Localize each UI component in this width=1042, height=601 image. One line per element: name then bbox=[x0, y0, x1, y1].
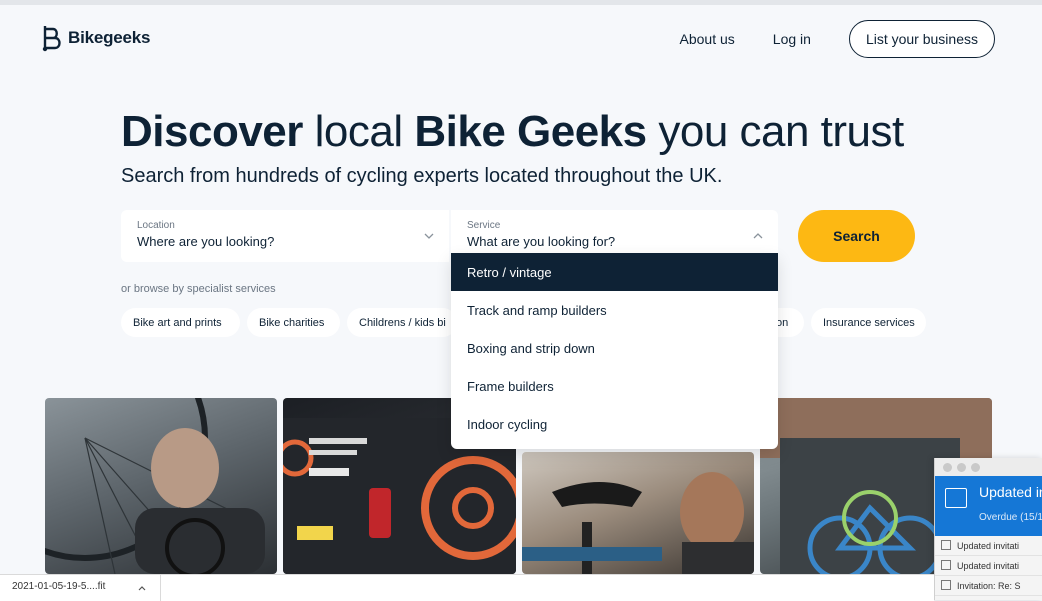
chip-bike-art[interactable]: Bike art and prints bbox=[121, 308, 240, 337]
window-zoom-dot[interactable] bbox=[971, 462, 980, 472]
download-bar: 2021-01-05-19-5....fit bbox=[0, 574, 934, 601]
calendar-notification[interactable]: Updated inv Overdue (15/1 Updated invita… bbox=[934, 458, 1042, 600]
bike-saddle-mechanic-photo bbox=[522, 452, 754, 574]
location-value: Where are you looking? bbox=[137, 234, 275, 249]
browser-top-border bbox=[0, 0, 1042, 5]
notification-row[interactable]: Invitation: Re: S bbox=[935, 576, 1042, 596]
chip-insurance-services[interactable]: Insurance services bbox=[811, 308, 926, 337]
logo-text: Bikegeeks bbox=[68, 28, 151, 47]
notification-subtitle: Overdue (15/1 bbox=[979, 512, 1042, 523]
mechanic-wheel-photo bbox=[45, 398, 277, 574]
notification-title: Updated inv bbox=[979, 484, 1042, 500]
dropdown-item-indoor-cycling[interactable]: Indoor cycling bbox=[451, 405, 778, 443]
photo-illustration bbox=[45, 398, 265, 574]
logo-icon bbox=[42, 26, 61, 52]
calendar-icon bbox=[941, 580, 951, 590]
chevron-up-icon bbox=[753, 233, 763, 239]
dropdown-item-frame-builders[interactable]: Frame builders bbox=[451, 367, 778, 405]
calendar-icon bbox=[941, 560, 951, 570]
hero-title-part: you can trust bbox=[646, 107, 904, 156]
search-button[interactable]: Search bbox=[798, 210, 915, 262]
chevron-up-icon[interactable] bbox=[137, 583, 147, 593]
hero-title-part: Discover bbox=[121, 107, 303, 156]
notification-row-text: Updated invitati bbox=[957, 540, 1020, 551]
photo-illustration bbox=[522, 472, 754, 574]
notification-row[interactable]: Updated invitati bbox=[935, 536, 1042, 556]
hero-subtitle: Search from hundreds of cycling experts … bbox=[121, 165, 723, 187]
notification-header[interactable]: Updated inv Overdue (15/1 bbox=[935, 476, 1042, 536]
browse-label: or browse by specialist services bbox=[121, 283, 276, 295]
dropdown-item-track-ramp[interactable]: Track and ramp builders bbox=[451, 291, 778, 329]
window-close-dot[interactable] bbox=[943, 462, 952, 472]
service-label: Service bbox=[467, 220, 501, 231]
hero-title-part: Bike Geeks bbox=[414, 107, 647, 156]
notification-titlebar bbox=[935, 458, 1042, 476]
service-dropdown-menu: Retro / vintage Track and ramp builders … bbox=[451, 253, 778, 449]
download-filename[interactable]: 2021-01-05-19-5....fit bbox=[12, 581, 105, 592]
location-label: Location bbox=[137, 220, 175, 231]
notification-row-text: Invitation: Re: S bbox=[957, 580, 1021, 591]
hero-title-part: local bbox=[302, 107, 415, 156]
chip-childrens[interactable]: Childrens / kids bi bbox=[347, 308, 457, 337]
nav-about-us[interactable]: About us bbox=[680, 31, 735, 47]
notification-row-text: Updated invitati bbox=[957, 560, 1020, 571]
nav-log-in[interactable]: Log in bbox=[773, 31, 811, 47]
calendar-icon bbox=[945, 488, 967, 508]
dropdown-item-boxing-strip[interactable]: Boxing and strip down bbox=[451, 329, 778, 367]
top-nav: About us Log in List your business bbox=[680, 20, 995, 58]
chip-bike-charities[interactable]: Bike charities bbox=[247, 308, 340, 337]
divider bbox=[160, 575, 161, 601]
dropdown-item-retro-vintage[interactable]: Retro / vintage bbox=[451, 253, 778, 291]
bikegeeks-logo[interactable]: Bikegeeks bbox=[42, 24, 151, 52]
notification-row[interactable]: Updated invitati bbox=[935, 556, 1042, 576]
window-minimize-dot[interactable] bbox=[957, 462, 966, 472]
location-field[interactable]: Location Where are you looking? bbox=[121, 210, 449, 262]
list-your-business-button[interactable]: List your business bbox=[848, 20, 995, 58]
hero-title: Discover local Bike Geeks you can trust bbox=[121, 106, 904, 158]
service-value: What are you looking for? bbox=[467, 234, 616, 249]
chevron-down-icon bbox=[424, 233, 434, 239]
calendar-icon bbox=[941, 540, 951, 550]
